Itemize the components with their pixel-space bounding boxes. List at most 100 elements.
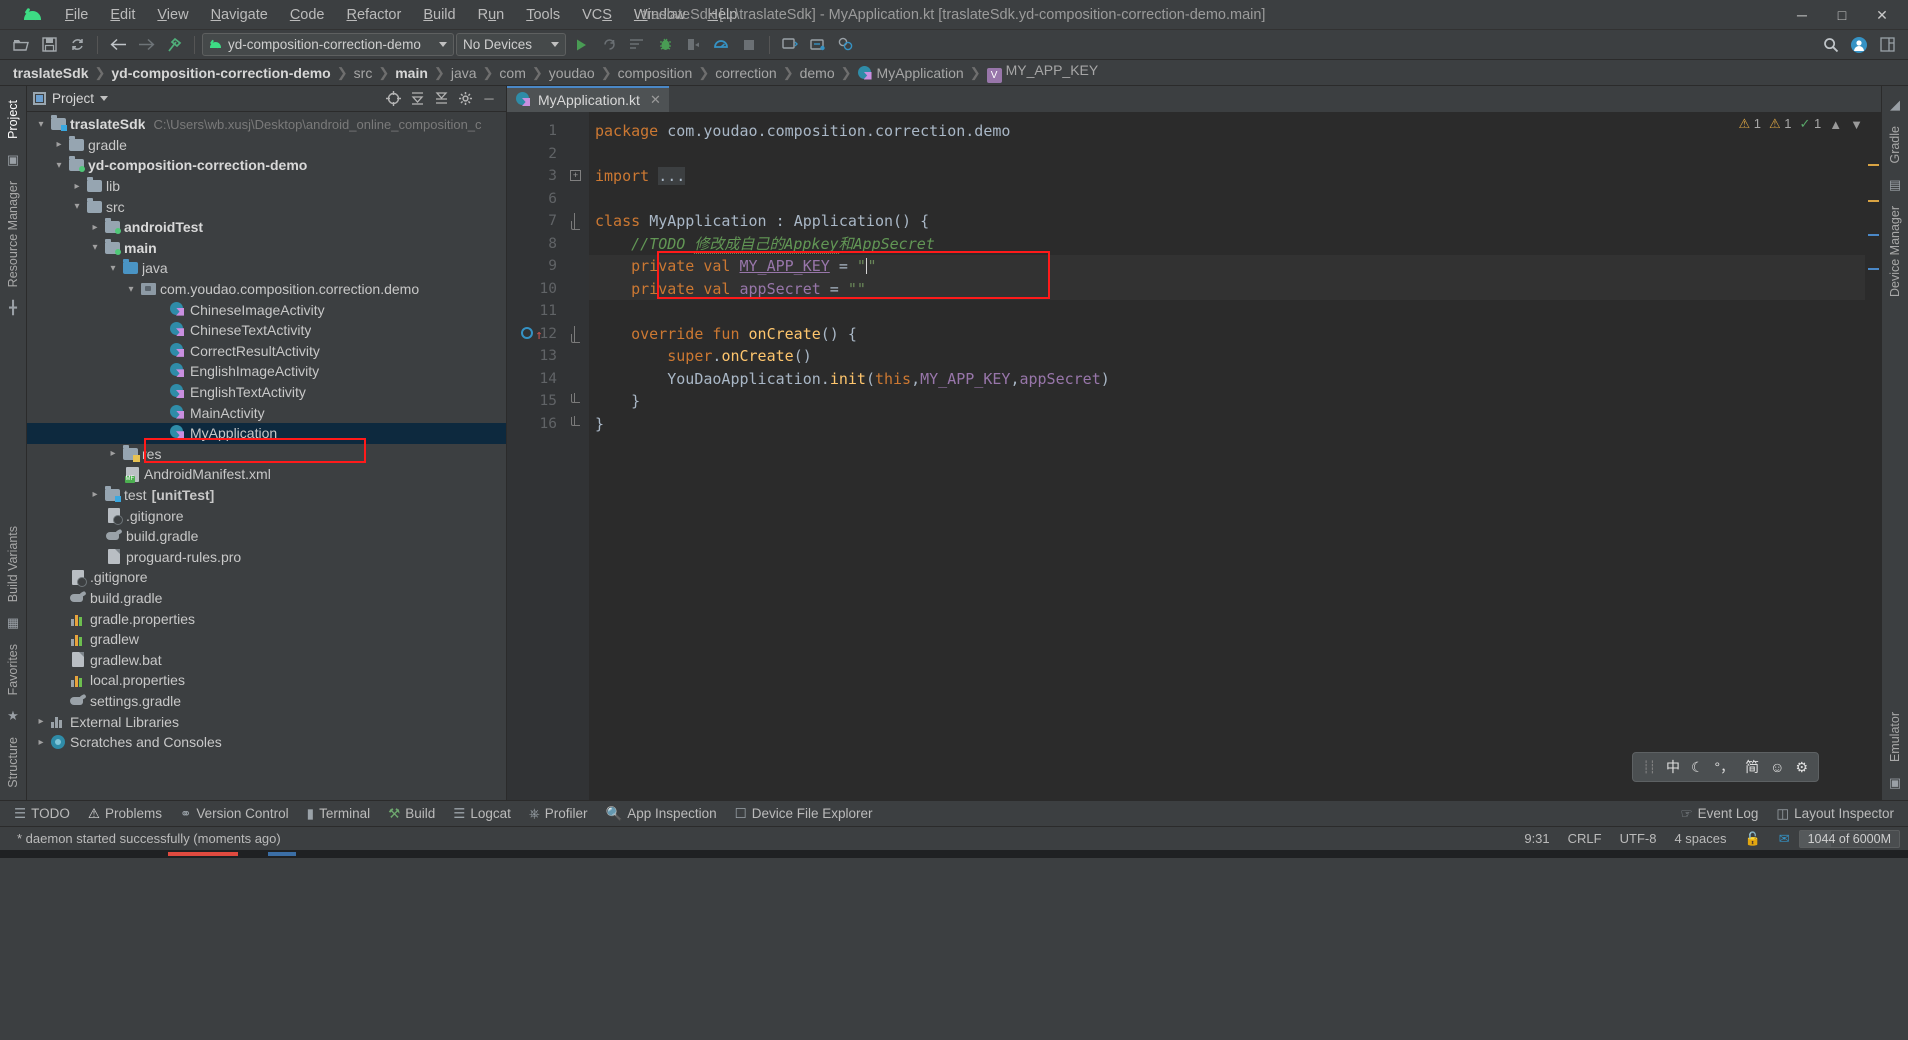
bottom-item-device-file-explorer[interactable]: ☐ Device File Explorer: [727, 803, 881, 825]
run-configuration-selector[interactable]: yd-composition-correction-demo: [202, 33, 454, 56]
override-marker-icon[interactable]: ↑: [535, 325, 543, 348]
menu-refactor[interactable]: Refactor: [336, 2, 413, 28]
tree-item-englishimageactivity[interactable]: EnglishImageActivity: [27, 361, 506, 382]
expand-all-icon[interactable]: [406, 89, 428, 109]
gear-icon[interactable]: ⚙: [1795, 759, 1808, 776]
rerun-icon[interactable]: [596, 33, 622, 57]
chevron-right-icon[interactable]: ▸: [69, 181, 85, 192]
breadcrumb-item-7[interactable]: composition: [613, 65, 698, 81]
sidebar-item-gradle[interactable]: Gradle: [1888, 118, 1902, 172]
sdk-manager-icon[interactable]: [805, 33, 831, 57]
chevron-right-icon[interactable]: ▸: [51, 139, 67, 150]
chevron-down-icon[interactable]: ▾: [105, 263, 121, 274]
ime-punctuation-toggle[interactable]: °，: [1715, 757, 1735, 777]
navigate-back-icon[interactable]: [105, 33, 131, 57]
tree-item-proguard-rules[interactable]: proguard-rules.pro: [27, 546, 506, 567]
chevron-down-icon[interactable]: ▼: [1850, 117, 1863, 132]
sidebar-item-structure[interactable]: Structure: [6, 729, 20, 796]
memory-indicator[interactable]: 1044 of 6000M: [1799, 830, 1900, 848]
breadcrumb-item-10[interactable]: MyApplication: [853, 65, 969, 81]
bottom-item-build[interactable]: ⚒ Build: [380, 803, 443, 825]
ime-simplified-toggle[interactable]: 简: [1745, 757, 1759, 777]
menu-run[interactable]: Run: [467, 2, 516, 28]
open-folder-icon[interactable]: [8, 33, 34, 57]
fold-collapse-icon[interactable]: [574, 326, 575, 342]
collapse-all-icon[interactable]: [430, 89, 452, 109]
file-encoding[interactable]: UTF-8: [1611, 831, 1666, 846]
breadcrumb-item-5[interactable]: com: [494, 65, 530, 81]
folding-gutter[interactable]: +: [565, 112, 589, 800]
search-everywhere-icon[interactable]: [1818, 33, 1844, 57]
tree-item-scratches-and-consoles[interactable]: ▸ Scratches and Consoles: [27, 732, 506, 753]
fold-end-icon[interactable]: [574, 393, 575, 402]
event-log-icon[interactable]: ✉: [1770, 831, 1799, 847]
ime-lang-toggle[interactable]: 中: [1666, 757, 1680, 777]
menu-build[interactable]: Build: [412, 2, 466, 28]
chevron-right-icon[interactable]: ▸: [105, 448, 121, 459]
tree-item-chineseimageactivity[interactable]: ChineseImageActivity: [27, 299, 506, 320]
debug-icon[interactable]: [652, 33, 678, 57]
tree-item-gradlew[interactable]: gradlew: [27, 629, 506, 650]
ime-toolbar[interactable]: ┊┊ 中 ☾ °， 简 ☺ ⚙: [1632, 752, 1819, 782]
drag-grip-icon[interactable]: ┊┊: [1643, 760, 1655, 774]
tree-item-java[interactable]: ▾ java: [27, 258, 506, 279]
breadcrumb-item-8[interactable]: correction: [710, 65, 781, 81]
tree-item-englishtextactivity[interactable]: EnglishTextActivity: [27, 382, 506, 403]
tree-item-androidmanifest[interactable]: AndroidManifest.xml: [27, 464, 506, 485]
tree-item-gitignore-module[interactable]: .gitignore: [27, 505, 506, 526]
tree-item-androidtest[interactable]: ▸ androidTest: [27, 217, 506, 238]
chevron-down-icon[interactable]: ▾: [123, 284, 139, 295]
navigate-forward-icon[interactable]: [133, 33, 159, 57]
breadcrumb-item-9[interactable]: demo: [795, 65, 840, 81]
run-gutter-icon[interactable]: [521, 327, 533, 339]
tree-item-mainactivity[interactable]: MainActivity: [27, 402, 506, 423]
apply-code-changes-icon[interactable]: [624, 33, 650, 57]
bottom-item-logcat[interactable]: ☰ Logcat: [445, 803, 519, 825]
chevron-up-icon[interactable]: ▲: [1829, 117, 1842, 132]
close-icon[interactable]: ✕: [1862, 0, 1902, 30]
close-icon[interactable]: ✕: [650, 92, 661, 108]
menu-view[interactable]: View: [146, 2, 199, 28]
tree-item-buildgradle-root[interactable]: build.gradle: [27, 588, 506, 609]
bottom-item-terminal[interactable]: ▮ Terminal: [299, 803, 378, 825]
inspection-status[interactable]: ⚠ 1 ⚠ 1 ✓ 1 ▲ ▼: [1738, 116, 1863, 132]
chevron-down-icon[interactable]: ▾: [69, 201, 85, 212]
bottom-item-todo[interactable]: ☰ TODO: [6, 803, 78, 825]
chevron-down-icon[interactable]: [100, 96, 108, 101]
bottom-item-profiler[interactable]: ⎈ Profiler: [521, 803, 596, 825]
sync-project-icon[interactable]: [64, 33, 90, 57]
breadcrumb-item-1[interactable]: yd-composition-correction-demo: [106, 65, 335, 81]
tree-item-traslatesdk[interactable]: ▾ traslateSdk C:\Users\wb.xusj\Desktop\a…: [27, 114, 506, 135]
tree-item-chinesetextactivity[interactable]: ChineseTextActivity: [27, 320, 506, 341]
device-selector[interactable]: No Devices: [456, 33, 566, 56]
stop-icon[interactable]: [736, 33, 762, 57]
tree-item-package[interactable]: ▾ com.youdao.composition.correction.demo: [27, 279, 506, 300]
tree-item-lib[interactable]: ▸ lib: [27, 176, 506, 197]
fold-end-icon[interactable]: [574, 416, 575, 425]
build-hammer-icon[interactable]: [161, 33, 187, 57]
chevron-down-icon[interactable]: ▾: [33, 119, 49, 130]
emoji-icon[interactable]: ☺: [1770, 759, 1784, 775]
bottom-item-app-inspection[interactable]: 🔍 App Inspection: [597, 803, 724, 825]
tree-item-local-properties[interactable]: local.properties: [27, 670, 506, 691]
editor-markup-scrollbar[interactable]: [1865, 112, 1881, 800]
bottom-item-problems[interactable]: ⚠ Problems: [80, 803, 170, 825]
tree-item-settings-gradle[interactable]: settings.gradle: [27, 691, 506, 712]
menu-tools[interactable]: Tools: [515, 2, 571, 28]
editor-body[interactable]: 1 2 3 6 7 8 9 10 11 12 ↑ 13 14 15 16: [507, 112, 1881, 800]
sidebar-item-favorites[interactable]: Favorites: [6, 636, 20, 703]
bottom-item-event-log[interactable]: ☞ Event Log: [1673, 803, 1767, 825]
run-icon[interactable]: [568, 33, 594, 57]
sidebar-item-project[interactable]: Project: [6, 92, 20, 147]
weak-warning-count-group[interactable]: ⚠ 1: [1769, 116, 1792, 132]
moon-icon[interactable]: ☾: [1691, 759, 1704, 776]
tree-item-gradle-properties[interactable]: gradle.properties: [27, 608, 506, 629]
project-panel-title-group[interactable]: Project: [33, 91, 108, 106]
caret-position[interactable]: 9:31: [1515, 831, 1558, 846]
menu-edit[interactable]: Edit: [99, 2, 146, 28]
breadcrumb-item-3[interactable]: main: [390, 65, 433, 81]
menu-navigate[interactable]: Navigate: [200, 2, 279, 28]
tree-item-main[interactable]: ▾ main: [27, 238, 506, 259]
menu-window[interactable]: Window: [623, 2, 697, 28]
sidebar-item-build-variants[interactable]: Build Variants: [6, 518, 20, 610]
